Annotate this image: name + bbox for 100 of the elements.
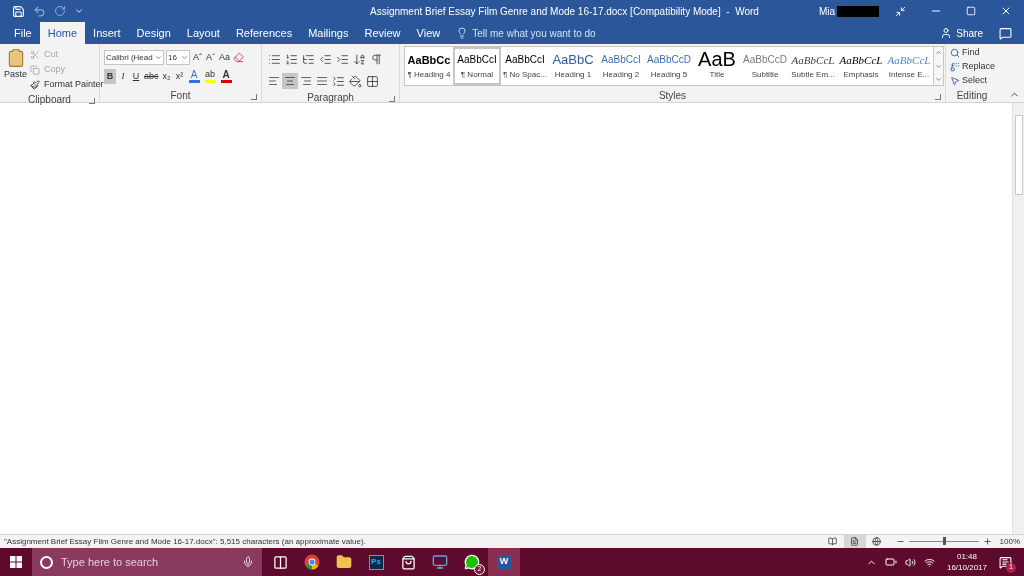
style-item[interactable]: AaBbCcL Emphasis	[837, 47, 885, 85]
ribbon-tab[interactable]: Insert	[85, 22, 129, 44]
numbering-icon	[285, 52, 298, 66]
ribbon-tab[interactable]: View	[408, 22, 449, 44]
font-size-button[interactable]: Aˆ	[192, 50, 203, 65]
font-size-button[interactable]: Aa	[218, 50, 231, 65]
group-label: Paragraph	[307, 90, 354, 105]
copy-icon	[30, 65, 40, 75]
format-button[interactable]: B	[104, 69, 116, 84]
style-item[interactable]: AaBbCcI Heading 2	[597, 47, 645, 85]
share-button[interactable]: Share	[940, 22, 999, 44]
ribbon-tab[interactable]: References	[227, 22, 301, 44]
chat-icon	[464, 554, 480, 570]
format-button[interactable]: U	[130, 69, 142, 84]
replace-icon	[950, 62, 960, 72]
color-button[interactable]: A	[218, 69, 234, 84]
volume-icon[interactable]	[904, 556, 916, 568]
editing-button[interactable]: Replace	[950, 60, 998, 74]
style-item[interactable]: AaB Title	[693, 47, 741, 85]
group-label: Font	[170, 88, 191, 103]
dialog-launcher-icon[interactable]	[935, 94, 941, 100]
shopping-bag-icon	[400, 554, 416, 570]
comments-icon[interactable]	[999, 26, 1012, 40]
scroll-thumb[interactable]	[1014, 115, 1023, 195]
cortana-icon	[40, 555, 53, 569]
clear-formatting-icon[interactable]	[233, 52, 244, 63]
ribbon-tab[interactable]: Layout	[178, 22, 228, 44]
folder-icon	[336, 554, 352, 570]
font-name-field[interactable]: Calibri (Head	[104, 50, 164, 65]
taskbar-app[interactable]: Ps	[360, 548, 392, 576]
save-icon[interactable]	[12, 4, 25, 18]
wifi-icon[interactable]	[923, 556, 935, 568]
ribbon-tab[interactable]: File	[6, 22, 40, 44]
globe-icon	[872, 537, 882, 546]
taskbar-search-field[interactable]: Type here to search	[61, 553, 234, 571]
style-item[interactable]: AaBbCcI ¶ Normal	[453, 47, 501, 85]
style-item[interactable]: AaBbCcL Intense E...	[885, 47, 933, 85]
group-label: Styles	[658, 88, 687, 103]
clipboard-button[interactable]: Format Painter	[30, 78, 104, 92]
line-spacing-icon	[332, 74, 345, 88]
page-icon	[850, 537, 860, 546]
status-text: "Assignment Brief Essay Film Genre and Mode 16-17.docx": 5,515 characters (an approximate value).	[4, 535, 367, 548]
paint-bucket-button[interactable]	[347, 72, 364, 90]
ribbon-options-icon[interactable]	[895, 5, 906, 17]
lightbulb-icon	[456, 27, 469, 39]
window-title: Assignment Brief Essay Film Genre and Mode 16-17.docx [Compatibility Mode] - Word	[370, 4, 760, 19]
paintbrush-icon	[30, 80, 40, 90]
format-button[interactable]: x²	[173, 69, 186, 84]
align-left-icon	[268, 75, 280, 87]
multilevel-list-icon	[302, 52, 315, 66]
person-icon	[940, 27, 953, 39]
microphone-icon	[242, 556, 254, 568]
font-size-field[interactable]: 16	[166, 50, 190, 65]
zoom-thumb[interactable]	[942, 537, 946, 545]
close-button[interactable]	[1000, 5, 1012, 17]
style-item[interactable]: AaBbCcD Subtitle	[741, 47, 789, 85]
taskbar-app[interactable]: W	[488, 548, 520, 576]
zoom-in-icon[interactable]	[982, 537, 992, 546]
clock[interactable]: 01:48 16/10/2017	[946, 551, 987, 573]
style-item[interactable]: AaBbCcL Subtle Em...	[789, 47, 837, 85]
battery-icon[interactable]	[884, 556, 897, 568]
ribbon-tab[interactable]: Design	[128, 22, 179, 44]
maximize-button[interactable]	[966, 6, 976, 16]
tell-me-field[interactable]: Tell me what you want to do	[472, 25, 633, 41]
editing-button[interactable]: Select	[950, 74, 998, 88]
photoshop-icon: Ps	[368, 554, 384, 570]
style-item[interactable]: AaBbCcI ¶ No Spac...	[501, 47, 549, 85]
font-size-button[interactable]: Aˇ	[205, 50, 216, 65]
format-button[interactable]: I	[117, 69, 129, 84]
dialog-launcher-icon[interactable]	[251, 94, 257, 100]
ribbon-tab[interactable]: Home	[39, 22, 86, 44]
decrease-indent-icon	[319, 52, 332, 66]
paste-button[interactable]: Paste	[4, 48, 27, 84]
align-center-button[interactable]	[282, 73, 298, 89]
ribbon-tab[interactable]: Mailings	[300, 22, 357, 44]
style-item[interactable]: AaBbCc ¶ Heading 4	[405, 47, 453, 85]
message-icon	[999, 555, 1012, 569]
zoom-level: 100%	[999, 535, 1020, 548]
bullets-icon	[268, 52, 281, 66]
customize-icon[interactable]	[74, 6, 84, 16]
taskbar-search-box[interactable]: Type here to search	[32, 548, 262, 576]
book-icon	[828, 537, 838, 546]
windows-icon	[10, 556, 22, 568]
format-button[interactable]: abc	[143, 69, 160, 84]
dialog-launcher-icon[interactable]	[389, 96, 395, 102]
justify-icon	[316, 75, 328, 87]
ribbon-tab[interactable]: Review	[356, 22, 409, 44]
align-center-icon	[284, 75, 296, 87]
redaction-bar	[837, 5, 879, 17]
style-item[interactable]: AaBbCcD Heading 5	[645, 47, 693, 85]
color-button[interactable]: A	[186, 69, 202, 84]
style-item[interactable]: AaBbC Heading 1	[549, 47, 597, 85]
format-button[interactable]: x₂	[160, 69, 173, 84]
monitor-icon	[432, 554, 448, 570]
group-label: Clipboard	[28, 92, 71, 107]
color-button[interactable]: ab	[202, 69, 218, 84]
editing-button[interactable]: Find	[950, 46, 998, 60]
word-icon: W	[496, 554, 512, 570]
pointer-icon	[950, 76, 960, 86]
print-layout-button[interactable]	[843, 535, 866, 548]
